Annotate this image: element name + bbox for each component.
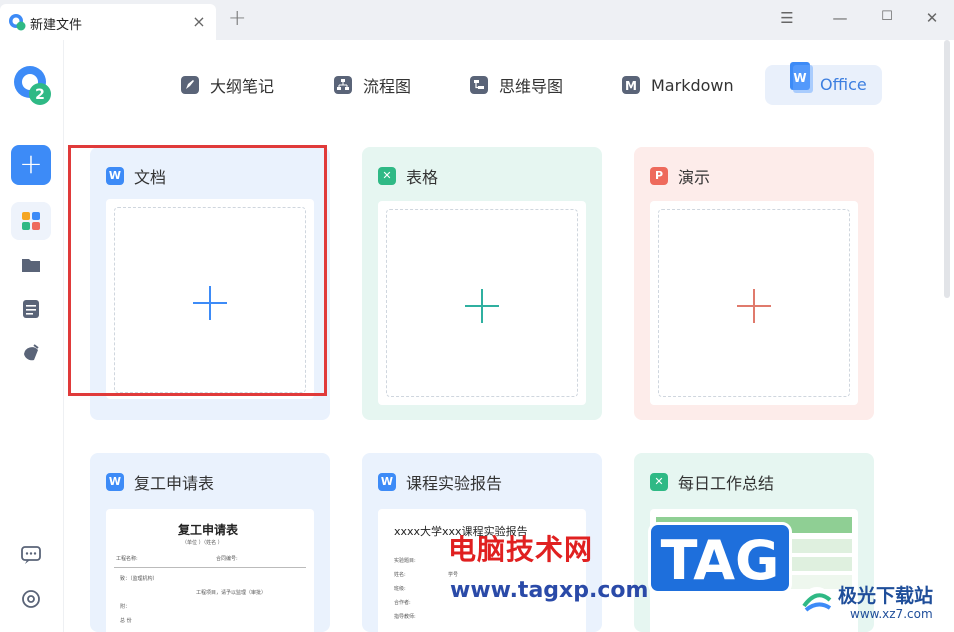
card-header: ✕ 每日工作总结: [650, 470, 774, 494]
preview-text: 总 份: [120, 618, 132, 624]
acorn-icon[interactable]: [20, 342, 42, 364]
nav-label: 大纲笔记: [210, 77, 275, 96]
preview-field: 学号: [448, 572, 459, 578]
template-card-resume-work[interactable]: W 复工申请表 复工申请表 （单位 ）（姓名 ） 工程名称: 合同编号: 致：（…: [90, 453, 330, 632]
card-title: 课程实验报告: [406, 474, 503, 493]
mindmap-icon: [470, 76, 488, 94]
flowchart-icon: [334, 76, 352, 94]
preview-field: 指导教师:: [394, 614, 416, 620]
nav-label: Markdown: [651, 75, 734, 95]
card-title: 复工申请表: [134, 474, 215, 493]
preview-text: 工程名称:: [116, 556, 138, 562]
new-presentation-card[interactable]: P 演示: [634, 147, 874, 420]
settings-icon[interactable]: [20, 588, 42, 610]
preview-subtitle: （单位 ）（姓名 ）: [182, 540, 223, 546]
watermark-text: 电脑技术网: [448, 533, 594, 566]
svg-text:W: W: [793, 71, 806, 85]
templates-icon: [22, 212, 40, 230]
watermark-url: www.tagxp.com: [450, 578, 649, 603]
highlight-box: [68, 145, 327, 396]
maximize-icon[interactable]: ☐: [877, 9, 897, 29]
new-spreadsheet-card[interactable]: ✕ 表格: [362, 147, 602, 420]
word-icon: W: [378, 473, 396, 491]
menu-icon[interactable]: ☰: [777, 9, 797, 29]
nav-flowchart[interactable]: 流程图: [333, 66, 411, 104]
nav-label: 流程图: [363, 77, 412, 96]
excel-icon: ✕: [650, 473, 668, 491]
new-tab-button[interactable]: +: [228, 6, 246, 31]
preview-field: 班级:: [394, 586, 406, 592]
markdown-icon: M: [622, 76, 640, 94]
card-header: W 课程实验报告: [378, 470, 502, 494]
card-title: 表格: [406, 168, 439, 187]
office-icon: W: [790, 62, 813, 93]
outline-note-icon: [181, 76, 199, 94]
tab-title: 新建文件: [30, 18, 83, 33]
word-icon: W: [106, 473, 124, 491]
card-preview: [650, 201, 858, 405]
nav-outline-note[interactable]: 大纲笔记: [180, 66, 274, 104]
preview-field: 合作者:: [394, 600, 411, 606]
folder-icon[interactable]: [20, 254, 42, 276]
aurora-logo-icon: [802, 587, 832, 617]
preview-title: 复工申请表: [178, 523, 239, 537]
template-preview: 复工申请表 （单位 ）（姓名 ） 工程名称: 合同编号: 致：（监理机构） 工程…: [106, 509, 314, 632]
scrollbar[interactable]: [944, 40, 950, 298]
app-logo-icon: [9, 14, 26, 31]
new-file-button[interactable]: +: [11, 145, 51, 185]
svg-text:2: 2: [35, 87, 45, 103]
card-title: 演示: [678, 168, 711, 187]
svg-text:M: M: [625, 79, 637, 93]
preview-rule: [114, 567, 306, 568]
document-list-icon[interactable]: [20, 298, 42, 320]
preview-field: 姓名:: [394, 572, 406, 578]
nav-label: 思维导图: [499, 77, 564, 96]
card-header: W 复工申请表: [106, 470, 214, 494]
nav-office[interactable]: Office: [820, 75, 867, 94]
nav-markdown[interactable]: M Markdown: [621, 66, 734, 104]
watermark-site-name: 极光下载站: [838, 585, 934, 607]
card-title: 每日工作总结: [678, 474, 775, 493]
plus-icon: [737, 289, 771, 323]
preview-text: 工程项目，请予以监理（审批）: [196, 590, 267, 596]
app-logo-icon: 2: [14, 66, 51, 105]
preview-text: 合同编号:: [216, 556, 238, 562]
preview-field: 实验题目:: [394, 558, 416, 564]
sidebar: 2 +: [0, 40, 64, 632]
minimize-icon[interactable]: —: [830, 9, 850, 29]
card-header: P 演示: [650, 164, 710, 188]
excel-icon: ✕: [378, 167, 396, 185]
powerpoint-icon: P: [650, 167, 668, 185]
plus-icon: [465, 289, 499, 323]
close-window-icon[interactable]: ✕: [922, 9, 942, 29]
feedback-icon[interactable]: [20, 544, 42, 566]
preview-text: 附：: [120, 604, 131, 610]
title-bar: 新建文件 × + ☰ — ☐ ✕: [0, 0, 954, 40]
tab-new-file[interactable]: 新建文件 ×: [0, 4, 216, 40]
tab-close-icon[interactable]: ×: [190, 12, 208, 31]
watermark-tag-logo: TAG: [648, 522, 792, 594]
nav-mindmap[interactable]: 思维导图: [469, 66, 563, 104]
watermark-site-url: www.xz7.com: [850, 607, 933, 621]
watermark-tag-text: TAG: [660, 529, 780, 592]
card-header: ✕ 表格: [378, 164, 438, 188]
preview-text: 致：（监理机构）: [120, 576, 158, 582]
card-preview: [378, 201, 586, 405]
